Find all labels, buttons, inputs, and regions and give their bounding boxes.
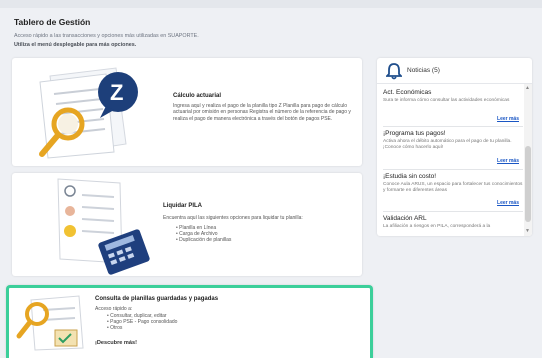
pila-text: Encuentra aquí las siguientes opciones p… xyxy=(163,215,303,221)
discover-more-link[interactable]: ¡Descubre más! xyxy=(95,340,137,346)
read-more-link[interactable]: Leer más xyxy=(497,200,519,206)
page-description: Acceso rápido a las transacciones y opci… xyxy=(14,33,199,39)
pila-options-list: Planilla en Línea Carga de Archivo Dupli… xyxy=(176,225,231,244)
scroll-thumb[interactable] xyxy=(525,146,531,222)
actuarial-illustration: Z xyxy=(39,67,138,159)
news-item[interactable]: Act. Económicas Sura te informa cómo con… xyxy=(383,89,523,127)
actuarial-text: Ingresa aquí y realiza el pago de la pla… xyxy=(173,103,351,122)
pila-option: Duplicación de planillas xyxy=(176,237,231,244)
svg-text:Z: Z xyxy=(110,80,123,105)
news-item-text: Conoce Aula ARUS, un espacio para fortal… xyxy=(383,182,523,193)
top-bar xyxy=(0,0,542,8)
news-item-text: La afiliación a riesgos en PILA, corresp… xyxy=(383,224,491,229)
page-hint: Utiliza el menú desplegable para más opc… xyxy=(14,42,137,48)
read-more-link[interactable]: Leer más xyxy=(497,158,519,164)
consulta-illustration xyxy=(16,295,84,351)
news-item-title: Act. Económicas xyxy=(383,89,432,96)
chevron-down-icon[interactable]: ▼ xyxy=(525,228,530,234)
news-panel: Noticias (5) Act. Económicas Sura te inf… xyxy=(377,58,532,236)
consulta-title: Consulta de planillas guardadas y pagada… xyxy=(95,296,219,302)
bell-icon xyxy=(386,63,402,80)
news-scrollbar[interactable]: ▲ ▼ xyxy=(524,84,532,236)
news-item-text: Sura te informa cómo consultar las activ… xyxy=(383,98,510,103)
consulta-intro: Acceso rápido a: xyxy=(95,306,133,312)
pila-illustration xyxy=(57,178,150,275)
actuarial-card[interactable]: Z Cálculo actuarial Ingresa aquí y reali… xyxy=(12,58,362,166)
news-title: Noticias (5) xyxy=(407,67,440,74)
consulta-option: Otros xyxy=(107,325,177,332)
news-item-title: Validación ARL xyxy=(383,215,427,222)
news-item-text: Activa ahora el débito automático para e… xyxy=(383,139,512,150)
actuarial-title: Cálculo actuarial xyxy=(173,93,222,99)
consulta-options-list: Consultar, duplicar, editar Pago PSE - P… xyxy=(107,313,177,332)
consulta-card[interactable]: Consulta de planillas guardadas y pagada… xyxy=(6,285,373,358)
read-more-link[interactable]: Leer más xyxy=(497,116,519,122)
pila-card[interactable]: Liquidar PILA Encuentra aquí las siguien… xyxy=(12,173,362,276)
chevron-up-icon[interactable]: ▲ xyxy=(525,85,530,91)
page-title: Tablero de Gestión xyxy=(14,17,91,27)
news-item[interactable]: ¡Programa tus pagos! Activa ahora el déb… xyxy=(383,130,523,170)
news-item-title: ¡Estudia sin costo! xyxy=(383,173,437,180)
news-item[interactable]: Validación ARL La afiliación a riesgos e… xyxy=(383,215,523,236)
pila-title: Liquidar PILA xyxy=(163,203,202,209)
news-item-title: ¡Programa tus pagos! xyxy=(383,130,446,137)
news-item[interactable]: ¡Estudia sin costo! Conoce Aula ARUS, un… xyxy=(383,173,523,212)
news-header: Noticias (5) xyxy=(377,58,532,84)
